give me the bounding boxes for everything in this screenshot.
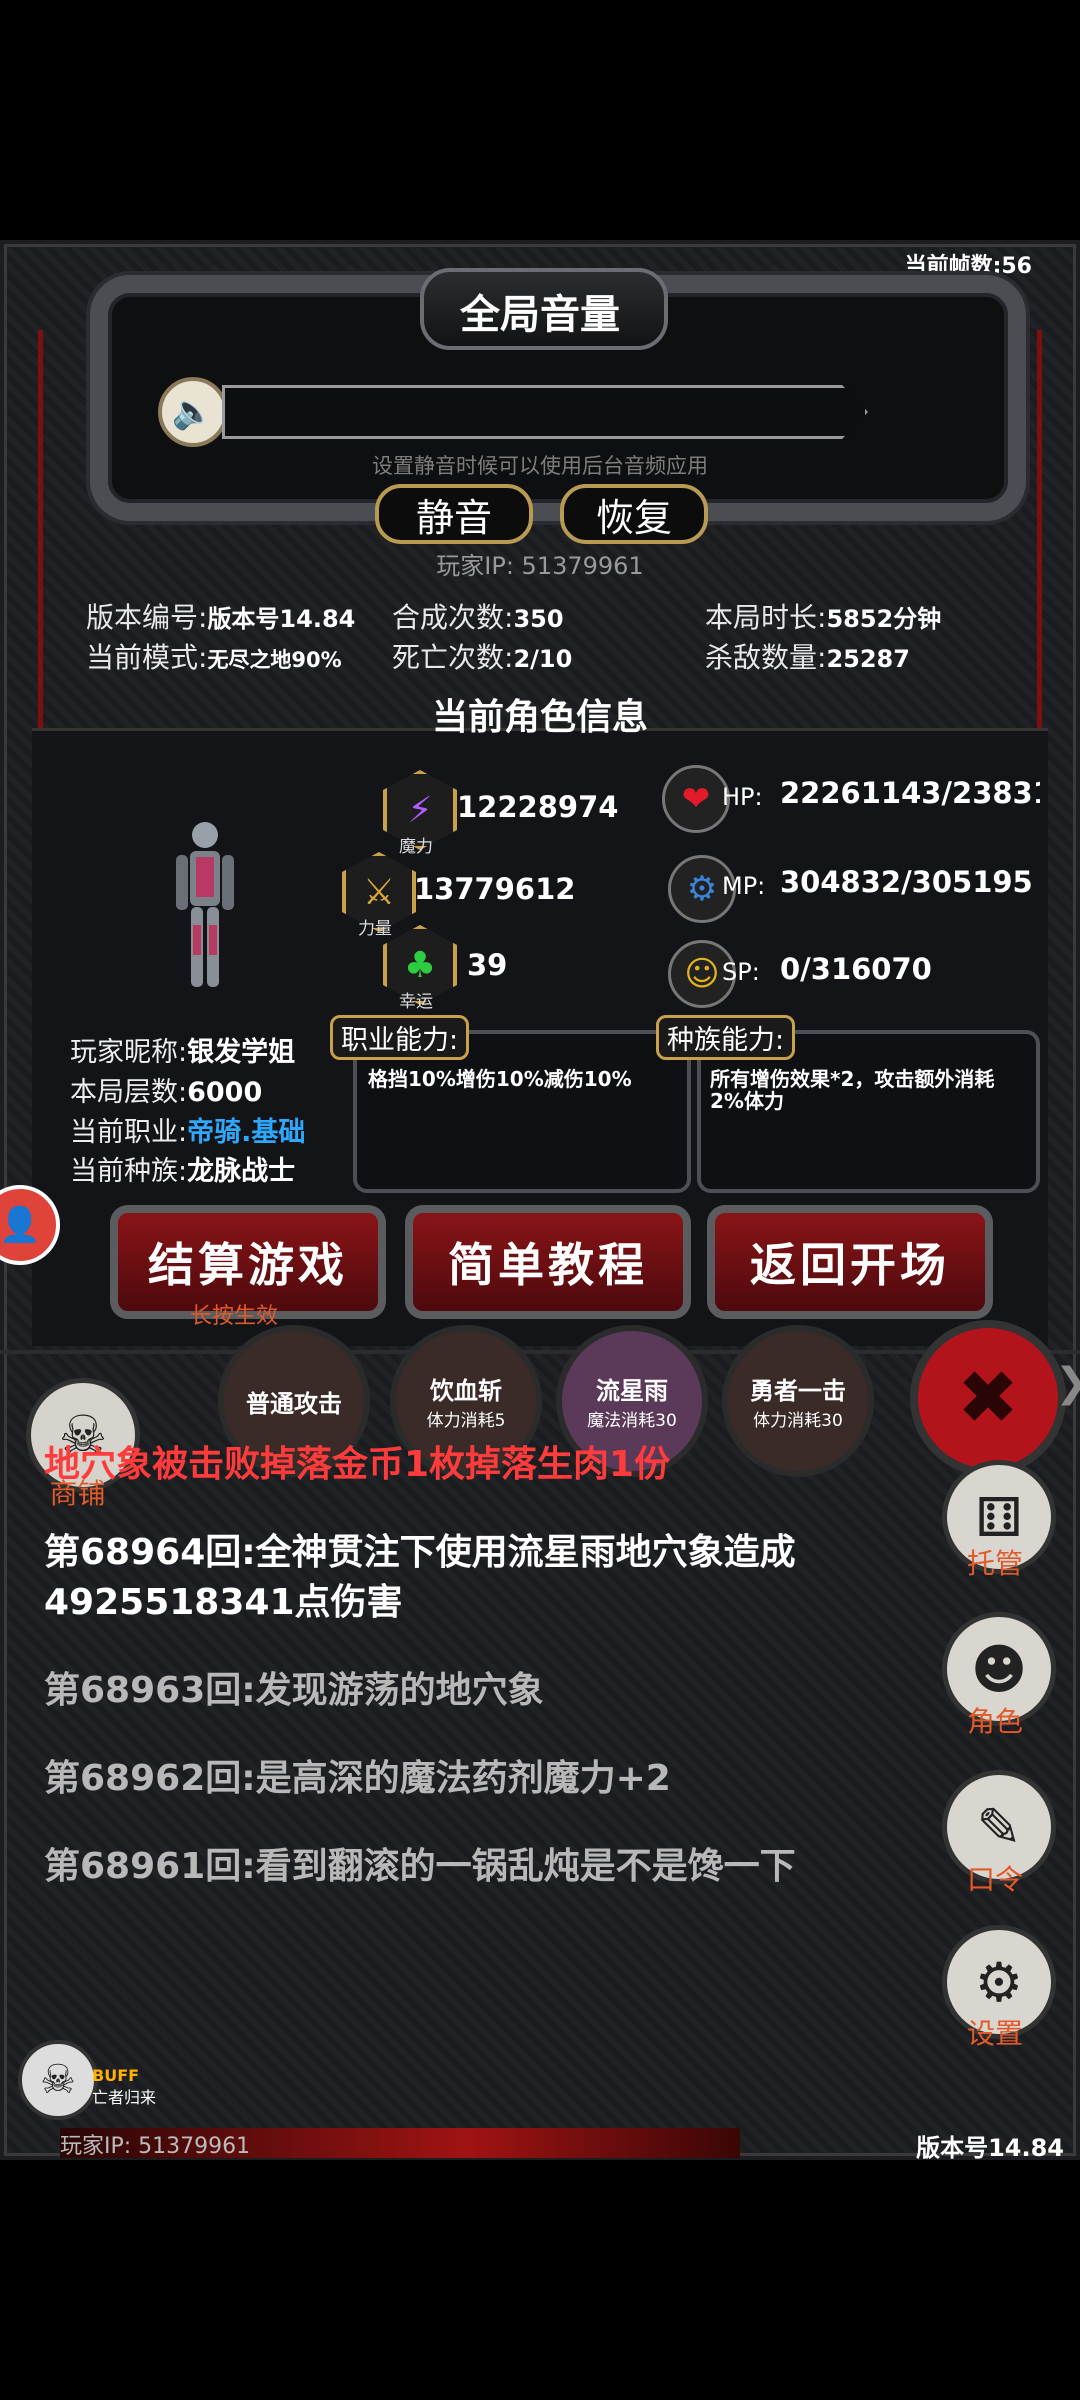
race-ability-tag: 种族能力: bbox=[656, 1015, 796, 1060]
stat-mode: 当前模式:无尽之地90% bbox=[86, 641, 342, 674]
passcode-label: 口令 bbox=[966, 1863, 1023, 1896]
character-title: 当前角色信息 bbox=[431, 697, 648, 738]
info-nickname: 玩家昵称:银发学姐 bbox=[70, 1037, 296, 1068]
buff-sub: 亡者归来 bbox=[92, 2088, 157, 2107]
info-class: 当前职业:帝骑.基础 bbox=[70, 1117, 306, 1148]
strength-value: 13779612 bbox=[414, 872, 576, 906]
battle-log: 地穴象被击败掉落金币1枚掉落生肉1份 第68964回:全神贯注下使用流星雨地穴象… bbox=[44, 1440, 944, 2140]
tutorial-button[interactable]: 简单教程 bbox=[405, 1205, 691, 1319]
mp-value: 304832/305195 bbox=[780, 865, 1033, 899]
settings-label: 设置 bbox=[966, 2017, 1023, 2050]
hp-label: HP: bbox=[722, 783, 763, 811]
job-ability-text: 格挡10%增伤10%减伤10% bbox=[368, 1067, 632, 1091]
luck-label: 幸运 bbox=[399, 992, 433, 1012]
mp-label: MP: bbox=[722, 872, 766, 900]
footer-version: 版本号14.84 bbox=[916, 2134, 1064, 2162]
log-line: 第68962回:是高深的魔法药剂魔力+2 bbox=[44, 1758, 671, 1799]
heart-icon: ❤ bbox=[662, 765, 730, 833]
character-avatar[interactable] bbox=[160, 815, 250, 995]
hp-value: 22261143/23831448 bbox=[780, 776, 1040, 810]
volume-hint: 设置静音时候可以使用后台音频应用 bbox=[372, 454, 708, 478]
back-to-start-button[interactable]: 返回开场 bbox=[707, 1205, 993, 1319]
volume-title: 全局音量 bbox=[460, 292, 620, 338]
job-ability-tag: 职业能力: bbox=[330, 1015, 470, 1060]
stat-version: 版本编号:版本号14.84 bbox=[86, 601, 356, 634]
footer-ip: 玩家IP: 51379961 bbox=[60, 2134, 251, 2159]
log-line: 地穴象被击败掉落金币1枚掉落生肉1份 bbox=[44, 1444, 671, 1485]
sp-label: SP: bbox=[722, 958, 760, 986]
luck-value: 39 bbox=[467, 948, 508, 982]
info-race: 当前种族:龙脉战士 bbox=[70, 1156, 296, 1187]
skull-icon[interactable]: ☠ bbox=[18, 2040, 98, 2120]
settle-hint: 长按生效 bbox=[190, 1304, 279, 1329]
chevron-right-icon[interactable]: ❯ bbox=[1055, 1360, 1080, 1406]
stat-duration: 本局时长:5852分钟 bbox=[705, 601, 942, 634]
log-line: 第68961回:看到翻滚的一锅乱炖是不是馋一下 bbox=[44, 1846, 796, 1887]
magic-value: 12228974 bbox=[457, 790, 619, 824]
role-label: 角色 bbox=[966, 1705, 1023, 1738]
strength-label: 力量 bbox=[358, 919, 392, 939]
log-line: 第68963回:发现游荡的地穴象 bbox=[44, 1670, 544, 1711]
info-floor: 本局层数:6000 bbox=[70, 1077, 263, 1108]
magic-label: 魔力 bbox=[399, 837, 433, 857]
sp-value: 0/316070 bbox=[780, 952, 932, 986]
buff-label: BUFF bbox=[92, 2066, 140, 2085]
divider bbox=[0, 1350, 1080, 1354]
restore-button[interactable]: 恢复 bbox=[560, 484, 708, 544]
stat-deaths: 死亡次数:2/10 bbox=[392, 641, 573, 674]
player-ip: 玩家IP: 51379961 bbox=[436, 552, 644, 580]
mute-button[interactable]: 静音 bbox=[375, 484, 533, 544]
auto-label: 托管 bbox=[966, 1547, 1023, 1580]
log-line: 第68964回:全神贯注下使用流星雨地穴象造成4925518341点伤害 bbox=[44, 1532, 796, 1623]
stat-merge-count: 合成次数:350 bbox=[392, 601, 564, 634]
volume-slider[interactable] bbox=[222, 385, 868, 439]
race-ability-text: 所有增伤效果*2，攻击额外消耗2%体力 bbox=[710, 1067, 995, 1113]
speaker-icon[interactable]: 🔈 bbox=[158, 377, 228, 447]
stat-kills: 杀敌数量:25287 bbox=[705, 641, 910, 674]
